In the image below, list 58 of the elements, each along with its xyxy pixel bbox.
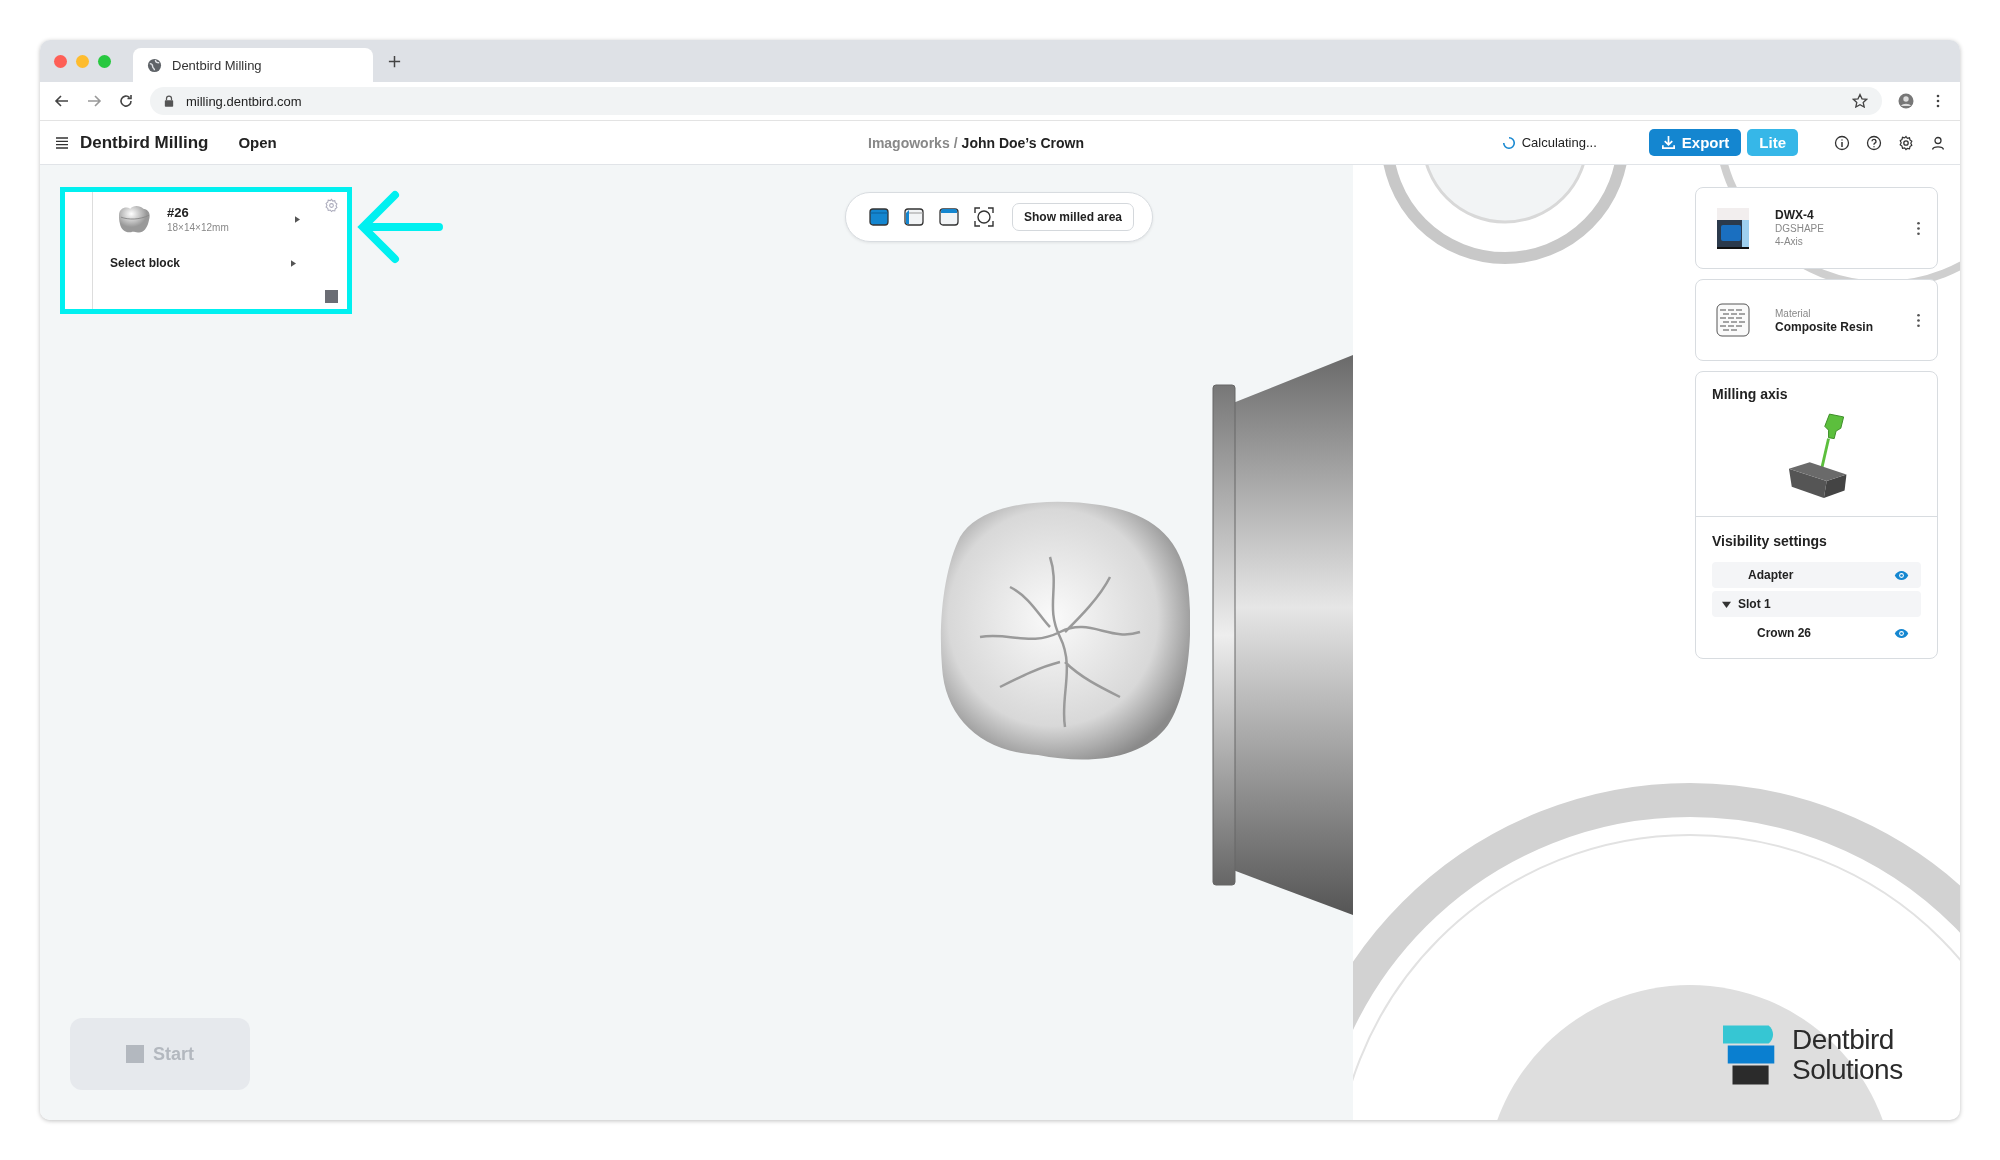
fit-view-icon[interactable]	[973, 206, 995, 228]
milling-machine-icon	[1716, 206, 1750, 250]
show-milled-area-button[interactable]: Show milled area	[1012, 203, 1135, 231]
eye-icon[interactable]	[1894, 627, 1909, 639]
caret-icon[interactable]	[1722, 599, 1731, 609]
star-icon[interactable]	[1852, 93, 1868, 109]
profile-icon[interactable]	[1898, 93, 1914, 109]
visibility-item[interactable]: Adapter	[1712, 562, 1921, 588]
tooth-number: #26	[167, 205, 190, 220]
project-title: John Doe’s Crown	[961, 134, 1084, 151]
menu-icon[interactable]	[54, 134, 70, 151]
machine-name: DWX-4	[1775, 208, 1815, 222]
select-block-link[interactable]: Select block	[110, 256, 291, 270]
reload-icon[interactable]	[118, 93, 134, 109]
app-title: Dentbird Milling	[80, 132, 209, 153]
material-name: Composite Resin	[1775, 319, 1874, 334]
crown-size: 18×14×12mm	[167, 222, 230, 233]
globe-icon	[147, 57, 162, 73]
browser-tab[interactable]: Dentbird Milling	[133, 48, 373, 82]
breadcrumb-link[interactable]: Imagoworks	[868, 134, 950, 151]
user-icon[interactable]	[1930, 134, 1946, 151]
address-bar[interactable]: milling.dentbird.com	[150, 87, 1882, 115]
stop-icon	[126, 1045, 144, 1063]
settings-icon[interactable]	[1898, 134, 1914, 151]
section-title: Visibility settings	[1712, 533, 1828, 549]
forward-icon[interactable]	[86, 93, 102, 109]
export-button[interactable]: Export	[1648, 129, 1742, 156]
visibility-item[interactable]: Crown 26	[1712, 620, 1921, 646]
lock-icon	[164, 95, 174, 107]
machine-card[interactable]: DWX-4 DGSHAPE 4-Axis	[1695, 187, 1938, 269]
more-icon[interactable]	[1916, 220, 1921, 236]
help-icon[interactable]	[1866, 134, 1882, 151]
eye-icon[interactable]	[1894, 569, 1909, 581]
status-text: Calculating...	[1521, 135, 1597, 150]
material-card[interactable]: Material Composite Resin	[1695, 279, 1938, 361]
side-view-icon[interactable]	[903, 206, 925, 228]
back-icon[interactable]	[54, 93, 70, 109]
spinner-icon	[1501, 135, 1516, 150]
front-view-icon[interactable]	[938, 206, 960, 228]
visibility-item[interactable]: Slot 1	[1712, 591, 1921, 617]
expand-arrow-icon[interactable]	[291, 259, 296, 267]
machine-axis: 4-Axis	[1775, 236, 1804, 247]
material-texture-icon	[1716, 303, 1750, 337]
logo-wordmark: Solutions	[1792, 1055, 1903, 1085]
breadcrumb-separator: /	[953, 134, 958, 151]
section-title: Milling axis	[1712, 386, 1789, 402]
expand-arrow-icon[interactable]	[295, 215, 300, 223]
new-tab-icon[interactable]	[387, 53, 402, 69]
machine-maker: DGSHAPE	[1775, 223, 1825, 234]
open-button[interactable]: Open	[236, 130, 279, 155]
material-caption: Material	[1775, 307, 1812, 319]
download-icon	[1660, 135, 1676, 150]
plan-badge: Lite	[1747, 129, 1798, 156]
more-icon[interactable]	[1916, 312, 1921, 328]
info-icon[interactable]	[1834, 134, 1850, 151]
logo-wordmark: Dentbird	[1792, 1025, 1895, 1055]
top-view-icon[interactable]	[868, 206, 890, 228]
block-swatch	[325, 290, 338, 303]
